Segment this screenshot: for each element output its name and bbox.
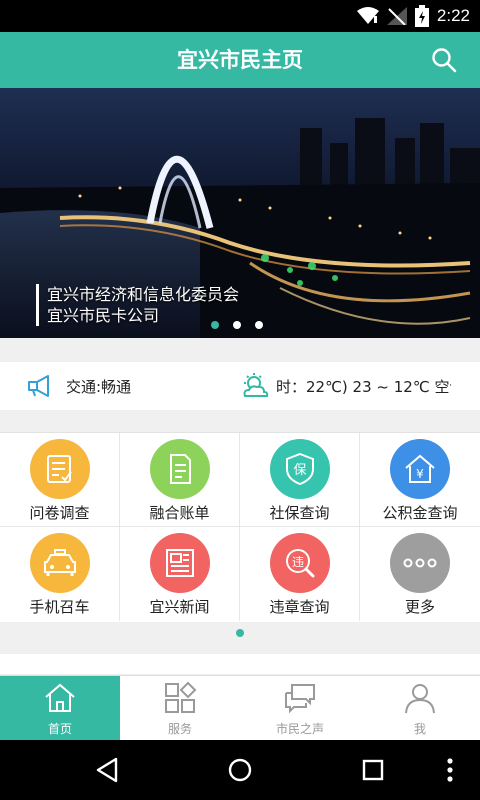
service-label: 手机召车 xyxy=(29,598,90,616)
weather-text: 时：22℃) 23 ~ 12℃ 空气 xyxy=(276,377,451,396)
svg-text:¥: ¥ xyxy=(416,467,424,481)
tab-services[interactable]: 服务 xyxy=(120,676,240,741)
service-label: 问卷调查 xyxy=(29,504,90,522)
battery-icon xyxy=(414,5,429,27)
service-taxi[interactable]: 手机召车 xyxy=(0,527,120,621)
svg-text:违: 违 xyxy=(292,555,304,569)
carousel-dot[interactable] xyxy=(255,321,263,329)
taxi-icon xyxy=(30,533,90,593)
tab-me[interactable]: 我 xyxy=(360,676,480,741)
search-icon[interactable] xyxy=(430,46,458,74)
carousel-dot[interactable] xyxy=(211,321,219,329)
page-title: 宜兴市民主页 xyxy=(177,48,303,72)
violation-icon: 违 xyxy=(270,533,330,593)
service-social-security[interactable]: 保 社保查询 xyxy=(240,433,360,527)
tab-label: 首页 xyxy=(47,722,72,736)
status-bar: 2:22 xyxy=(0,0,480,32)
status-time: 2:22 xyxy=(436,6,470,25)
grid-page-indicator xyxy=(236,629,244,637)
traffic-info[interactable]: 交通:畅通 xyxy=(26,362,131,410)
person-icon xyxy=(405,684,435,714)
service-label: 融合账单 xyxy=(149,504,210,522)
service-label: 违章查询 xyxy=(269,598,330,616)
service-bill[interactable]: 融合账单 xyxy=(120,433,240,527)
service-grid: 问卷调查 融合账单 保 社保查询 ¥ 公积金查询 手机召车 宜兴新闻 违 违章查… xyxy=(0,432,480,622)
banner-carousel[interactable]: 宜兴市经济和信息化委员会 宜兴市民卡公司 xyxy=(0,88,480,338)
housing-fund-icon: ¥ xyxy=(390,439,450,499)
carousel-indicator xyxy=(211,321,263,329)
svg-text:保: 保 xyxy=(293,463,306,478)
services-icon xyxy=(165,681,197,713)
service-label: 社保查询 xyxy=(269,504,330,522)
bottom-tab-bar: 首页 服务 市民之声 我 xyxy=(0,675,480,741)
tab-citizen-voice[interactable]: 市民之声 xyxy=(240,676,360,741)
service-label: 更多 xyxy=(404,598,435,616)
home-button-icon[interactable] xyxy=(225,755,255,785)
social-security-icon: 保 xyxy=(270,439,330,499)
tab-label: 市民之声 xyxy=(275,722,324,736)
banner-caption-line1: 宜兴市经济和信息化委员会 xyxy=(47,285,240,304)
chat-icon xyxy=(285,684,315,714)
bill-icon xyxy=(150,439,210,499)
service-label: 宜兴新闻 xyxy=(149,598,210,616)
service-news[interactable]: 宜兴新闻 xyxy=(120,527,240,621)
traffic-status: 交通:畅通 xyxy=(66,377,132,396)
weather-icon xyxy=(243,373,269,397)
service-more[interactable]: 更多 xyxy=(360,527,480,621)
wifi-icon xyxy=(356,7,379,24)
content-strip xyxy=(0,654,480,674)
back-icon[interactable] xyxy=(92,755,122,785)
more-icon xyxy=(390,533,450,593)
tab-label: 我 xyxy=(413,722,426,736)
app-bar: 宜兴市民主页 xyxy=(0,32,480,88)
service-housing-fund[interactable]: ¥ 公积金查询 xyxy=(360,433,480,527)
signal-icon xyxy=(386,7,407,25)
home-icon xyxy=(45,683,75,712)
service-violation[interactable]: 违 违章查询 xyxy=(240,527,360,621)
info-bar: 交通:畅通 时：22℃) 23 ~ 12℃ 空气 xyxy=(0,362,480,410)
service-label: 公积金查询 xyxy=(382,504,458,522)
system-nav-bar xyxy=(0,740,480,800)
recents-icon[interactable] xyxy=(358,755,388,785)
tab-label: 服务 xyxy=(167,722,192,736)
weather-info[interactable]: 时：22℃) 23 ~ 12℃ 空气 xyxy=(240,362,480,410)
overflow-menu-icon[interactable] xyxy=(440,755,460,785)
service-survey[interactable]: 问卷调查 xyxy=(0,433,120,527)
tab-home[interactable]: 首页 xyxy=(0,676,120,741)
carousel-dot[interactable] xyxy=(233,321,241,329)
banner-caption: 宜兴市经济和信息化委员会 宜兴市民卡公司 xyxy=(36,284,239,326)
news-icon xyxy=(150,533,210,593)
survey-icon xyxy=(30,439,90,499)
megaphone-icon xyxy=(28,375,49,397)
